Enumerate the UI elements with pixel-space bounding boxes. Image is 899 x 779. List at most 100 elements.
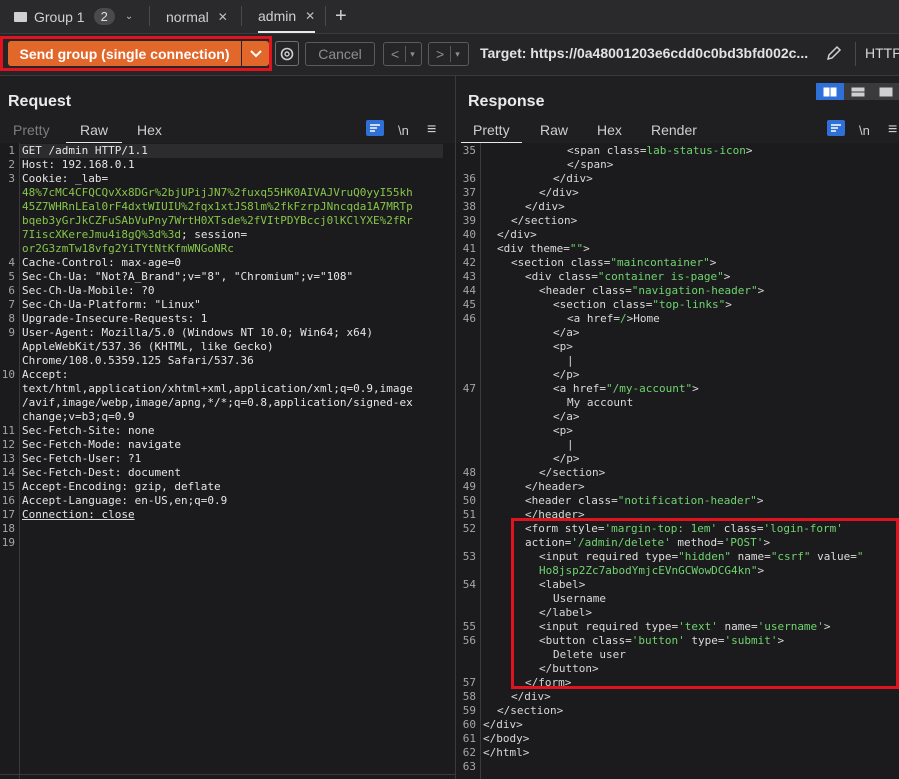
code-line: Cookie: _lab= [22,172,108,186]
tab-admin[interactable]: admin ✕ [258,0,316,33]
line-number: 45 [462,298,476,311]
code-line: <div theme=""> [497,242,590,256]
code-line: </div> [483,718,523,732]
code-token: </section> [497,704,564,717]
line-number: 17 [1,508,15,521]
tab-hex[interactable]: Hex [137,118,162,142]
code-token: Cookie [22,172,62,185]
code-line: User-Agent: Mozilla/5.0 (Windows NT 10.0… [22,326,373,340]
line-number: 18 [1,522,15,535]
request-title: Request [8,93,72,110]
back-button[interactable]: < ▾ [383,42,422,66]
code-token: AppleWebKit/537.36 (KHTML, like Gecko) [22,340,274,353]
close-icon[interactable]: ✕ [218,10,228,24]
code-token: /avif,image/webp,image/apng,*/*;q=0.8,ap… [22,396,413,409]
code-token: Accept: [22,368,69,381]
code-line: </div> [539,186,579,200]
tab-raw[interactable]: Raw [66,118,123,144]
line-number: 57 [462,676,476,689]
code-token: class= [570,256,611,269]
tab-hex[interactable]: Hex [597,118,622,142]
request-editor[interactable]: 1 GET /admin HTTP/1.1 2 Host: 192.168.0.1 3 C… [0,143,455,779]
code-line: Sec-Fetch-Dest: document [22,466,181,480]
code-line: <span class=lab-status-icon> [567,144,752,158]
format-toggle-icon[interactable] [366,120,384,136]
code-line: GET /admin HTTP/1.1 [22,144,148,158]
code-token: | [567,438,574,451]
code-token: <p> [553,424,573,437]
layout-side-by-side-icon[interactable] [816,83,844,100]
code-token: theme= [530,242,570,255]
code-token: > [756,494,764,507]
protocol-label[interactable]: HTTP [865,45,899,61]
line-number: 4 [8,256,15,269]
close-icon[interactable]: ✕ [305,9,315,23]
line-number: 35 [462,144,476,157]
code-token: "container is-page" [597,270,724,283]
code-token: </header> [525,480,585,493]
code-token: > [692,382,699,395]
settings-button[interactable] [275,41,299,66]
chevron-down-icon[interactable]: ⌄ [125,11,133,22]
code-line: <a href=/>Home [567,312,660,326]
cancel-button[interactable]: Cancel [305,42,375,66]
tab-pretty[interactable]: Pretty [461,118,522,144]
code-token: > [709,256,717,269]
line-number: 13 [1,452,15,465]
line-number: 10 [1,368,15,381]
chevron-down-icon: ▾ [410,48,415,59]
code-token: Cache-Control: max-age=0 [22,256,181,269]
line-number: 48 [462,466,476,479]
tab-group-1[interactable]: Group 1 2 ⌄ [14,0,133,33]
code-line: </section> [539,466,605,480]
request-subtabs: Pretty Raw Hex \n ≡ [0,118,455,144]
code-token: "" [569,242,584,255]
code-token: > [725,298,732,311]
code-line: </div> [525,200,565,214]
tab-raw[interactable]: Raw [540,118,568,142]
newline-toggle[interactable]: \n [398,118,409,142]
code-token: </div> [497,228,537,241]
code-token: </div> [511,690,551,703]
tab-normal[interactable]: normal ✕ [166,0,228,33]
code-line: or2G3zmTw18vfg2YiTYtNtKfmWNGoNRc [22,242,234,256]
code-line: </a> [553,410,580,424]
layout-stacked-icon[interactable] [844,83,872,100]
code-line: 7IiscXKereJmu4i8gQ%3d%3d; session= [22,228,247,242]
code-line: Connection: close [22,508,135,522]
divider [0,774,455,775]
code-token: Upgrade-Insecure-Requests: 1 [22,312,208,325]
add-tab-button[interactable]: + [335,0,347,33]
code-token: Sec-Fetch-Mode: navigate [22,438,181,451]
line-number: 59 [462,704,476,717]
code-line: Accept-Encoding: gzip, deflate [22,480,221,494]
tab-render[interactable]: Render [651,118,697,142]
code-line: 48%7cMC4CFQCQvXx8DGr%2bjUPijJN7%2fuxq55H… [22,186,413,200]
tab-pretty[interactable]: Pretty [13,118,50,142]
code-token: <span [567,144,607,157]
target-url: Target: https://0a48001203e6cdd0c0bd3bfd… [480,45,809,61]
code-token: class= [591,284,632,297]
code-token: <p> [553,340,573,353]
format-toggle-icon[interactable] [827,120,845,136]
line-number: 49 [462,480,476,493]
code-token: <a [553,382,573,395]
gear-icon [280,47,294,60]
code-token: or2G3zmTw18vfg2YiTYtNtKfmWNGoNRc [22,242,234,255]
line-number: 63 [462,760,476,773]
code-line: <section class="top-links"> [553,298,732,312]
code-token: 7IiscXKereJmu4i8gQ%3d%3d [22,228,181,241]
code-line: Sec-Fetch-User: ?1 [22,452,141,466]
pencil-icon[interactable] [825,44,843,65]
layout-tabs-icon[interactable] [872,83,899,100]
code-token: </div> [553,172,593,185]
code-line: change;v=b3;q=0.9 [22,410,135,424]
menu-icon[interactable]: ≡ [427,118,436,142]
code-token: <div [497,242,531,255]
code-token: Host [22,158,49,171]
newline-toggle[interactable]: \n [859,118,870,142]
code-token: </span> [567,158,614,171]
forward-button[interactable]: > ▾ [428,42,469,66]
code-line: </html> [483,746,529,760]
menu-icon[interactable]: ≡ [888,118,897,142]
